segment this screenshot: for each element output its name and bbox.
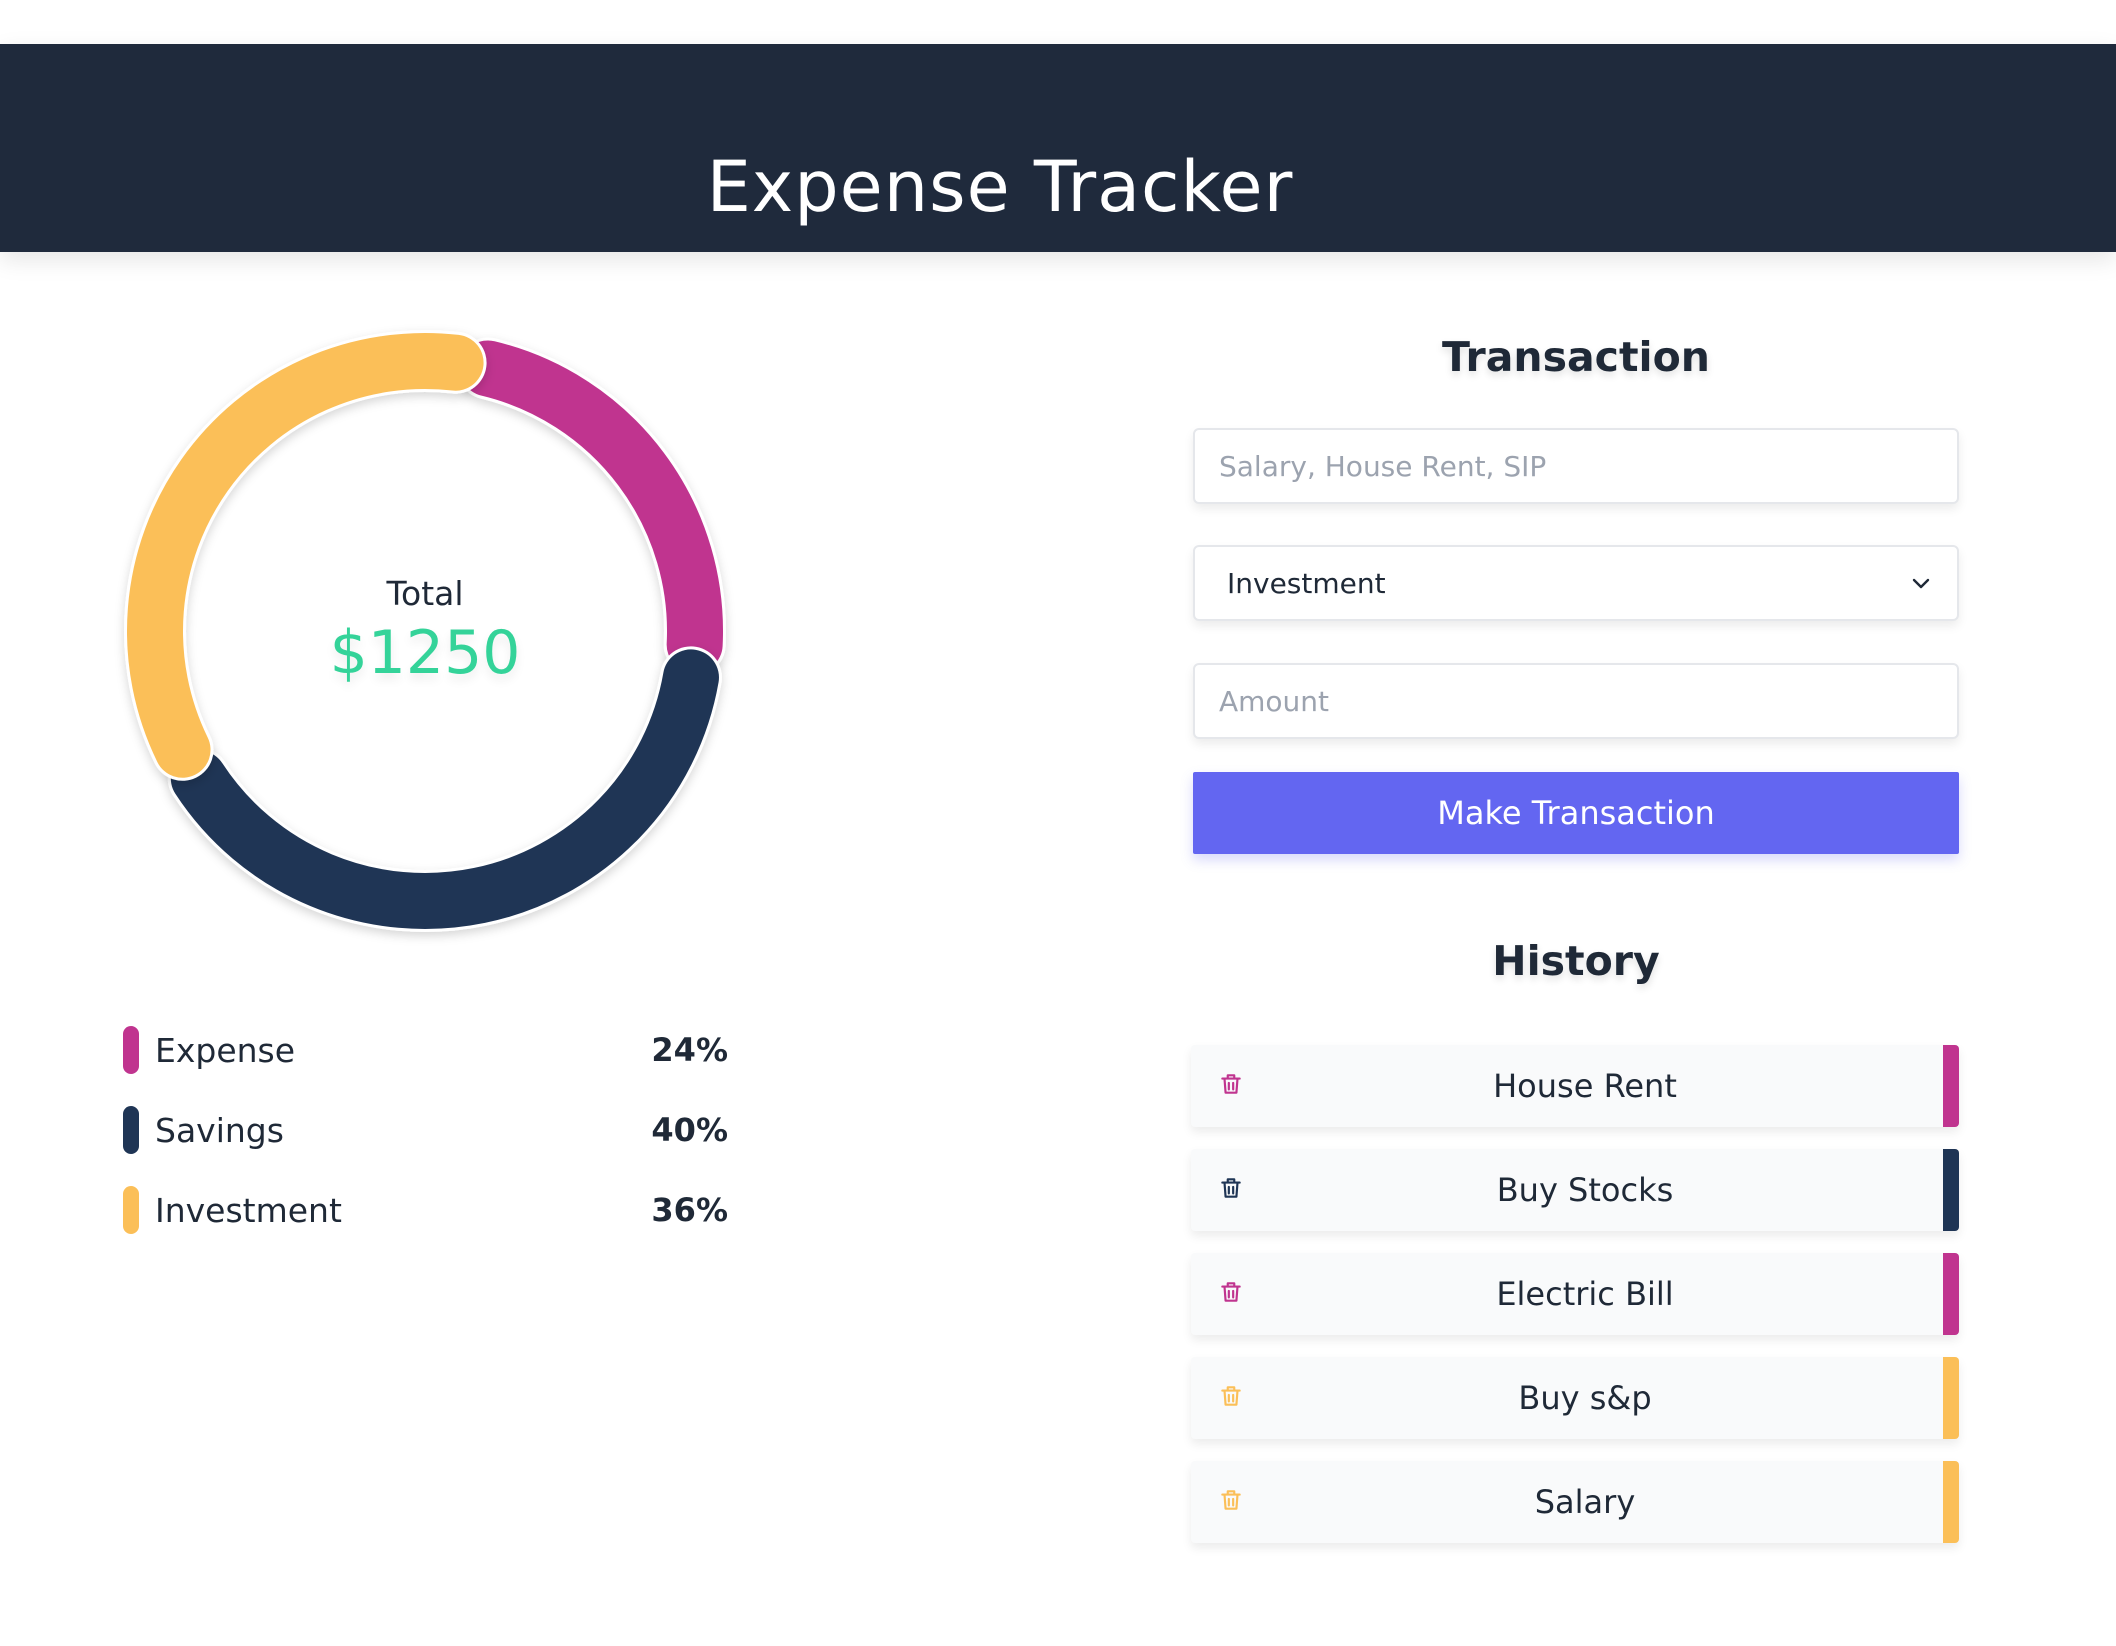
history-item: Buy s&p — [1191, 1357, 1959, 1439]
make-transaction-button[interactable]: Make Transaction — [1193, 772, 1959, 854]
history-item-color-bar — [1943, 1357, 1959, 1439]
transaction-type-select[interactable]: Investment — [1193, 545, 1959, 621]
transaction-type-value: Investment — [1227, 566, 1386, 600]
donut-segment-savings — [170, 649, 719, 929]
legend-value-expense: 24% — [651, 1031, 728, 1069]
legend-swatch-expense — [123, 1026, 139, 1074]
amount-input[interactable] — [1193, 663, 1959, 739]
trash-icon[interactable] — [1218, 1487, 1244, 1513]
history-item-label: Salary — [1534, 1483, 1636, 1521]
legend-value-savings: 40% — [651, 1111, 728, 1149]
history-item-label: Buy Stocks — [1496, 1171, 1674, 1209]
legend-swatch-savings — [123, 1106, 139, 1154]
history-item-label: Electric Bill — [1496, 1275, 1674, 1313]
history-list: House Rent Buy Stocks Electric Bill Buy … — [1191, 1045, 1959, 1565]
trash-icon[interactable] — [1218, 1071, 1244, 1097]
history-item-color-bar — [1943, 1045, 1959, 1127]
history-item: Electric Bill — [1191, 1253, 1959, 1335]
history-item-label: House Rent — [1493, 1067, 1677, 1105]
trash-icon[interactable] — [1218, 1175, 1244, 1201]
total-value: $1250 — [329, 618, 521, 688]
chevron-down-icon — [1912, 578, 1930, 589]
history-item-label: Buy s&p — [1518, 1379, 1652, 1417]
history-item: House Rent — [1191, 1045, 1959, 1127]
app-title: Expense Tracker — [706, 146, 1294, 228]
history-item-color-bar — [1943, 1253, 1959, 1335]
legend-item-expense: Expense 24% — [123, 1010, 728, 1090]
history-item-color-bar — [1943, 1461, 1959, 1543]
donut-segment-investment — [127, 333, 484, 778]
trash-icon[interactable] — [1218, 1279, 1244, 1305]
legend-swatch-investment — [123, 1186, 139, 1234]
legend-item-investment: Investment 36% — [123, 1170, 728, 1250]
trash-icon[interactable] — [1218, 1383, 1244, 1409]
transaction-name-input[interactable] — [1193, 428, 1959, 504]
legend-value-investment: 36% — [651, 1191, 728, 1229]
history-title: History — [1492, 937, 1660, 985]
history-item: Salary — [1191, 1461, 1959, 1543]
chart-legend: Expense 24% Savings 40% Investment 36% — [123, 1010, 728, 1250]
legend-label-investment: Investment — [155, 1190, 342, 1230]
total-label: Total — [386, 574, 464, 613]
legend-label-savings: Savings — [155, 1110, 284, 1150]
legend-label-expense: Expense — [155, 1030, 296, 1070]
legend-item-savings: Savings 40% — [123, 1090, 728, 1170]
transaction-title: Transaction — [1442, 333, 1710, 381]
history-item-color-bar — [1943, 1149, 1959, 1231]
history-item: Buy Stocks — [1191, 1149, 1959, 1231]
app-header: Expense Tracker — [0, 44, 2116, 252]
